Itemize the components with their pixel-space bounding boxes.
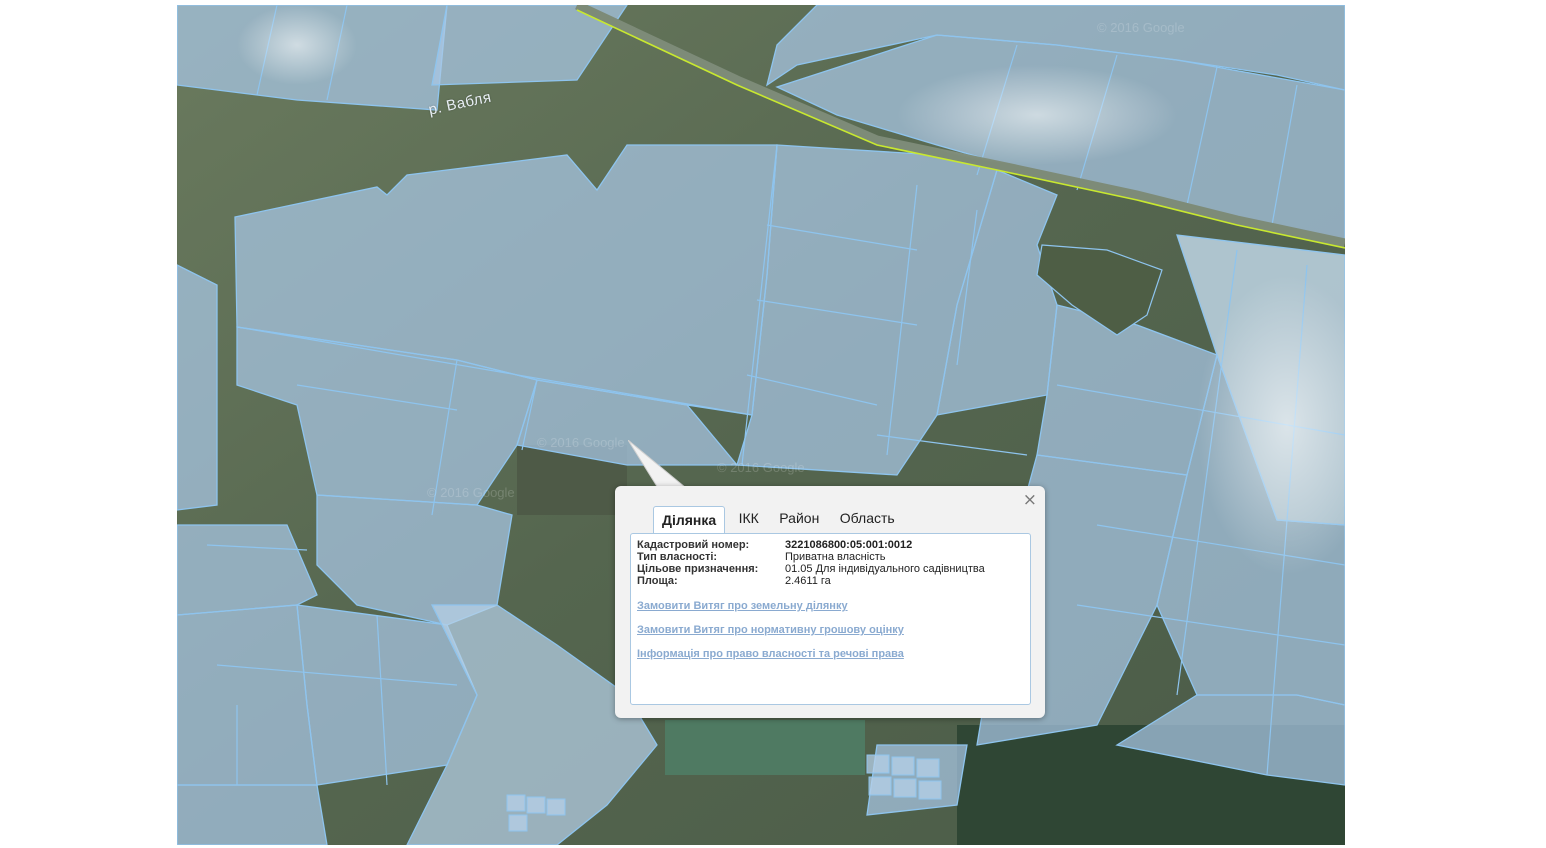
info-key: Тип власності: xyxy=(637,551,718,563)
tab-panel: Кадастровий номер: 3221086800:05:001:0012… xyxy=(630,533,1031,705)
cloud xyxy=(897,65,1177,165)
ownership-type-value: Приватна власність xyxy=(785,551,886,563)
parcel[interactable] xyxy=(177,604,318,786)
watermark: © 2016 Google xyxy=(427,485,515,500)
popup-pointer xyxy=(628,440,688,489)
area-value: 2.4611 га xyxy=(785,575,831,587)
info-key: Кадастровий номер: xyxy=(637,539,750,551)
watermark: © 2016 Google xyxy=(537,435,625,450)
cadastral-number-value: 3221086800:05:001:0012 xyxy=(785,539,913,551)
info-row-ownership-type: Тип власності: Приватна власність xyxy=(637,551,985,563)
info-row-area: Площа: 2.4611 га xyxy=(637,575,985,587)
parcel-layer[interactable] xyxy=(177,5,1345,845)
parcel-info-popup: × Ділянка ІКК Район Область Кадастровий … xyxy=(615,486,1045,718)
popup-tabs: Ділянка ІКК Район Область xyxy=(653,505,904,534)
info-key: Площа: xyxy=(637,575,678,587)
parcel[interactable] xyxy=(177,784,328,845)
parcel-info: Кадастровий номер: 3221086800:05:001:0012… xyxy=(637,539,985,587)
tab-district[interactable]: Район xyxy=(772,505,826,531)
watermark: © 2016 Google xyxy=(717,460,805,475)
info-key: Цільове призначення: xyxy=(637,563,759,575)
pond-area xyxy=(665,720,865,775)
purpose-value: 01.05 Для індивідуального садівництва xyxy=(785,563,985,575)
tab-parcel[interactable]: Ділянка xyxy=(653,506,726,534)
parcel[interactable] xyxy=(177,264,218,511)
watermark: © 2016 Google xyxy=(1097,20,1185,35)
info-row-purpose: Цільове призначення: 01.05 Для індивідуал… xyxy=(637,563,985,575)
ownership-rights-info-link[interactable]: Інформація про право власності та речові… xyxy=(637,648,904,660)
cloud xyxy=(237,5,357,85)
close-icon[interactable]: × xyxy=(1023,491,1037,509)
tab-region[interactable]: Область xyxy=(833,505,902,531)
map-canvas[interactable]: р. Вабля © 2016 Google © 2016 Google © 2… xyxy=(177,5,1345,845)
order-parcel-extract-link[interactable]: Замовити Витяг про земельну ділянку xyxy=(637,600,904,612)
popup-links: Замовити Витяг про земельну ділянку Замо… xyxy=(637,600,904,672)
info-row-cadastral-number: Кадастровий номер: 3221086800:05:001:0012 xyxy=(637,539,985,551)
tab-ikk[interactable]: ІКК xyxy=(732,505,766,531)
order-valuation-extract-link[interactable]: Замовити Витяг про нормативну грошову оц… xyxy=(637,624,904,636)
